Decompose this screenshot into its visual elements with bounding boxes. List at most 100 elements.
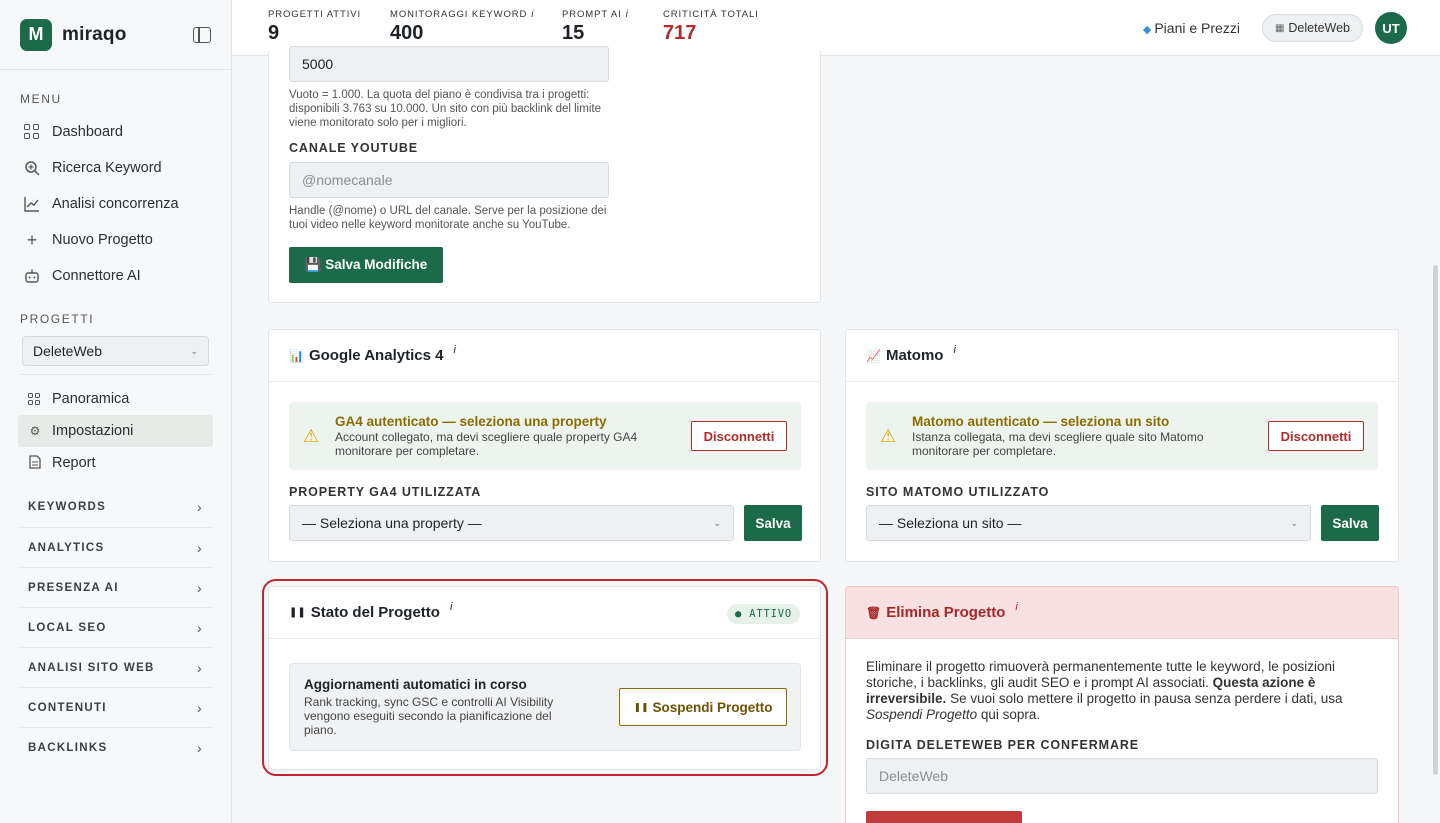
pricing-link[interactable]: ◆ Piani e Prezzi: [1143, 20, 1240, 36]
nav-label: Ricerca Keyword: [52, 160, 162, 176]
group-local-seo[interactable]: LOCAL SEO ›: [18, 607, 213, 647]
trend-chart-icon: 📈: [866, 348, 881, 363]
stat-value: 15: [562, 22, 585, 44]
scrollbar[interactable]: [1433, 265, 1438, 775]
divider: [20, 374, 211, 375]
nav-label: Nuovo Progetto: [52, 232, 153, 248]
info-icon[interactable]: i: [531, 9, 534, 20]
stat-label: MONITORAGGI KEYWORD i: [390, 9, 535, 20]
brand-name: miraqo: [62, 23, 127, 45]
chevron-down-icon: ⌄: [190, 345, 198, 356]
highlight-outline: [262, 579, 828, 776]
matomo-disconnect-button[interactable]: Disconnetti: [1268, 421, 1364, 451]
chevron-right-icon: ›: [197, 659, 203, 676]
ga4-field-label: PROPERTY GA4 UTILIZZATA: [289, 485, 482, 499]
gear-icon: ⚙: [29, 424, 41, 438]
confirm-label: DIGITA DELETEWEB PER CONFERMARE: [866, 738, 1140, 752]
stat-label: PROMPT AI i: [562, 9, 629, 20]
nav-label: Dashboard: [52, 124, 123, 140]
stat-label: CRITICITÀ TOTALI: [663, 9, 759, 20]
sidebar-toggle-icon[interactable]: [193, 26, 211, 43]
nav-analisi-concorrenza[interactable]: Analisi concorrenza: [0, 186, 231, 222]
diamond-icon: ◆: [1142, 24, 1152, 36]
delete-project-button[interactable]: [866, 811, 1022, 823]
alert-title: GA4 autenticato — seleziona una property: [335, 414, 607, 429]
nav-label: Panoramica: [52, 391, 130, 407]
ga4-disconnect-button[interactable]: Disconnetti: [691, 421, 787, 451]
group-label: LOCAL SEO: [28, 621, 107, 634]
save-changes-button[interactable]: 💾 Salva Modifiche: [289, 247, 443, 283]
grid-icon: [24, 124, 40, 140]
delete-warning-text: Eliminare il progetto rimuoverà permanen…: [866, 659, 1343, 722]
project-settings-card: 5000 Vuoto = 1.000. La quota del piano è…: [268, 46, 821, 303]
group-label: KEYWORDS: [28, 501, 107, 513]
chevron-right-icon: ›: [197, 619, 203, 636]
stat-monitoraggi-keyword: MONITORAGGI KEYWORD i 400: [390, 9, 534, 45]
group-analytics[interactable]: ANALYTICS ›: [18, 527, 213, 567]
building-icon: ▦: [1274, 22, 1285, 34]
project-pill[interactable]: ▦ DeleteWeb: [1261, 14, 1363, 42]
nav-connettore-ai[interactable]: Connettore AI: [0, 258, 231, 294]
ga4-alert: ⚠ GA4 autenticato — seleziona una proper…: [289, 402, 801, 470]
stat-criticita-totali: CRITICITÀ TOTALI 717: [663, 9, 759, 45]
stat-label: PROGETTI ATTIVI: [268, 9, 362, 20]
group-analisi-sito-web[interactable]: ANALISI SITO WEB ›: [18, 647, 213, 687]
nav-label: Connettore AI: [52, 268, 141, 284]
youtube-help: Handle (@nome) o URL del canale. Serve p…: [289, 205, 607, 231]
plus-icon: +: [26, 230, 38, 250]
nav-nuovo-progetto[interactable]: + Nuovo Progetto: [0, 222, 231, 258]
chevron-right-icon: ›: [197, 739, 203, 756]
chevron-down-icon: ⌄: [713, 517, 721, 528]
card-title: Elimina Progetto: [886, 604, 1006, 621]
chevron-right-icon: ›: [197, 539, 203, 556]
search-icon: [24, 160, 40, 176]
chart-line-icon: [24, 196, 40, 212]
info-icon[interactable]: i: [626, 9, 629, 20]
nav-ricerca-keyword[interactable]: Ricerca Keyword: [0, 150, 231, 186]
ga4-property-select[interactable]: — Seleziona una property — ⌄: [289, 505, 734, 541]
nav-label: Analisi concorrenza: [52, 196, 179, 212]
info-icon[interactable]: i: [1015, 601, 1017, 613]
group-contenuti[interactable]: CONTENUTI ›: [18, 687, 213, 727]
backlink-limit-input[interactable]: 5000: [289, 46, 609, 82]
youtube-input[interactable]: @nomecanale: [289, 162, 609, 198]
stat-progetti-attivi: PROGETTI ATTIVI 9: [268, 9, 361, 45]
group-presenza-ai[interactable]: PRESENZA AI ›: [18, 567, 213, 607]
matomo-field-label: SITO MATOMO UTILIZZATO: [866, 485, 1050, 499]
chevron-right-icon: ›: [197, 579, 203, 596]
ga4-card: 📊 Google Analytics 4 i ⚠ GA4 autenticato…: [268, 329, 821, 562]
sidebar: M miraqo MENU Dashboard Ricerca Keyword …: [0, 0, 232, 823]
chevron-right-icon: ›: [197, 699, 203, 716]
youtube-label: CANALE YOUTUBE: [289, 141, 419, 155]
group-label: PRESENZA AI: [28, 581, 119, 594]
stat-prompt-ai: PROMPT AI i 15: [562, 9, 629, 45]
avatar[interactable]: UT: [1375, 12, 1407, 44]
alert-text: Account collegato, ma devi scegliere qua…: [335, 430, 638, 458]
group-label: BACKLINKS: [28, 741, 108, 754]
info-icon[interactable]: i: [453, 344, 455, 356]
delete-project-card: 🗑 Elimina Progetto i Eliminare il proget…: [845, 586, 1399, 823]
nav-report[interactable]: Report: [18, 447, 213, 479]
warning-icon: ⚠: [303, 426, 320, 446]
nav-impostazioni[interactable]: ⚙ Impostazioni: [18, 415, 213, 447]
matomo-save-button[interactable]: Salva: [1321, 505, 1379, 541]
nav-dashboard[interactable]: Dashboard: [0, 114, 231, 150]
nav-panoramica[interactable]: Panoramica: [18, 383, 213, 415]
alert-text: Istanza collegata, ma devi scegliere qua…: [912, 430, 1204, 458]
group-label: ANALYTICS: [28, 541, 105, 554]
matomo-site-select[interactable]: — Seleziona un sito — ⌄: [866, 505, 1311, 541]
grid-icon: [28, 393, 42, 405]
ga4-save-button[interactable]: Salva: [744, 505, 802, 541]
group-label: ANALISI SITO WEB: [28, 661, 155, 674]
robot-icon: [24, 268, 40, 284]
group-keywords[interactable]: KEYWORDS ›: [18, 487, 213, 527]
alert-title: Matomo autenticato — seleziona un sito: [912, 414, 1170, 429]
group-backlinks[interactable]: BACKLINKS ›: [18, 727, 213, 767]
confirm-delete-input[interactable]: DeleteWeb: [866, 758, 1378, 794]
info-icon[interactable]: i: [953, 344, 955, 356]
card-title: Google Analytics 4: [308, 347, 444, 364]
trash-icon: 🗑: [866, 605, 882, 620]
nav-label: Report: [52, 455, 96, 471]
project-select[interactable]: DeleteWeb ⌄: [22, 336, 209, 366]
logo-icon[interactable]: M: [20, 18, 52, 51]
